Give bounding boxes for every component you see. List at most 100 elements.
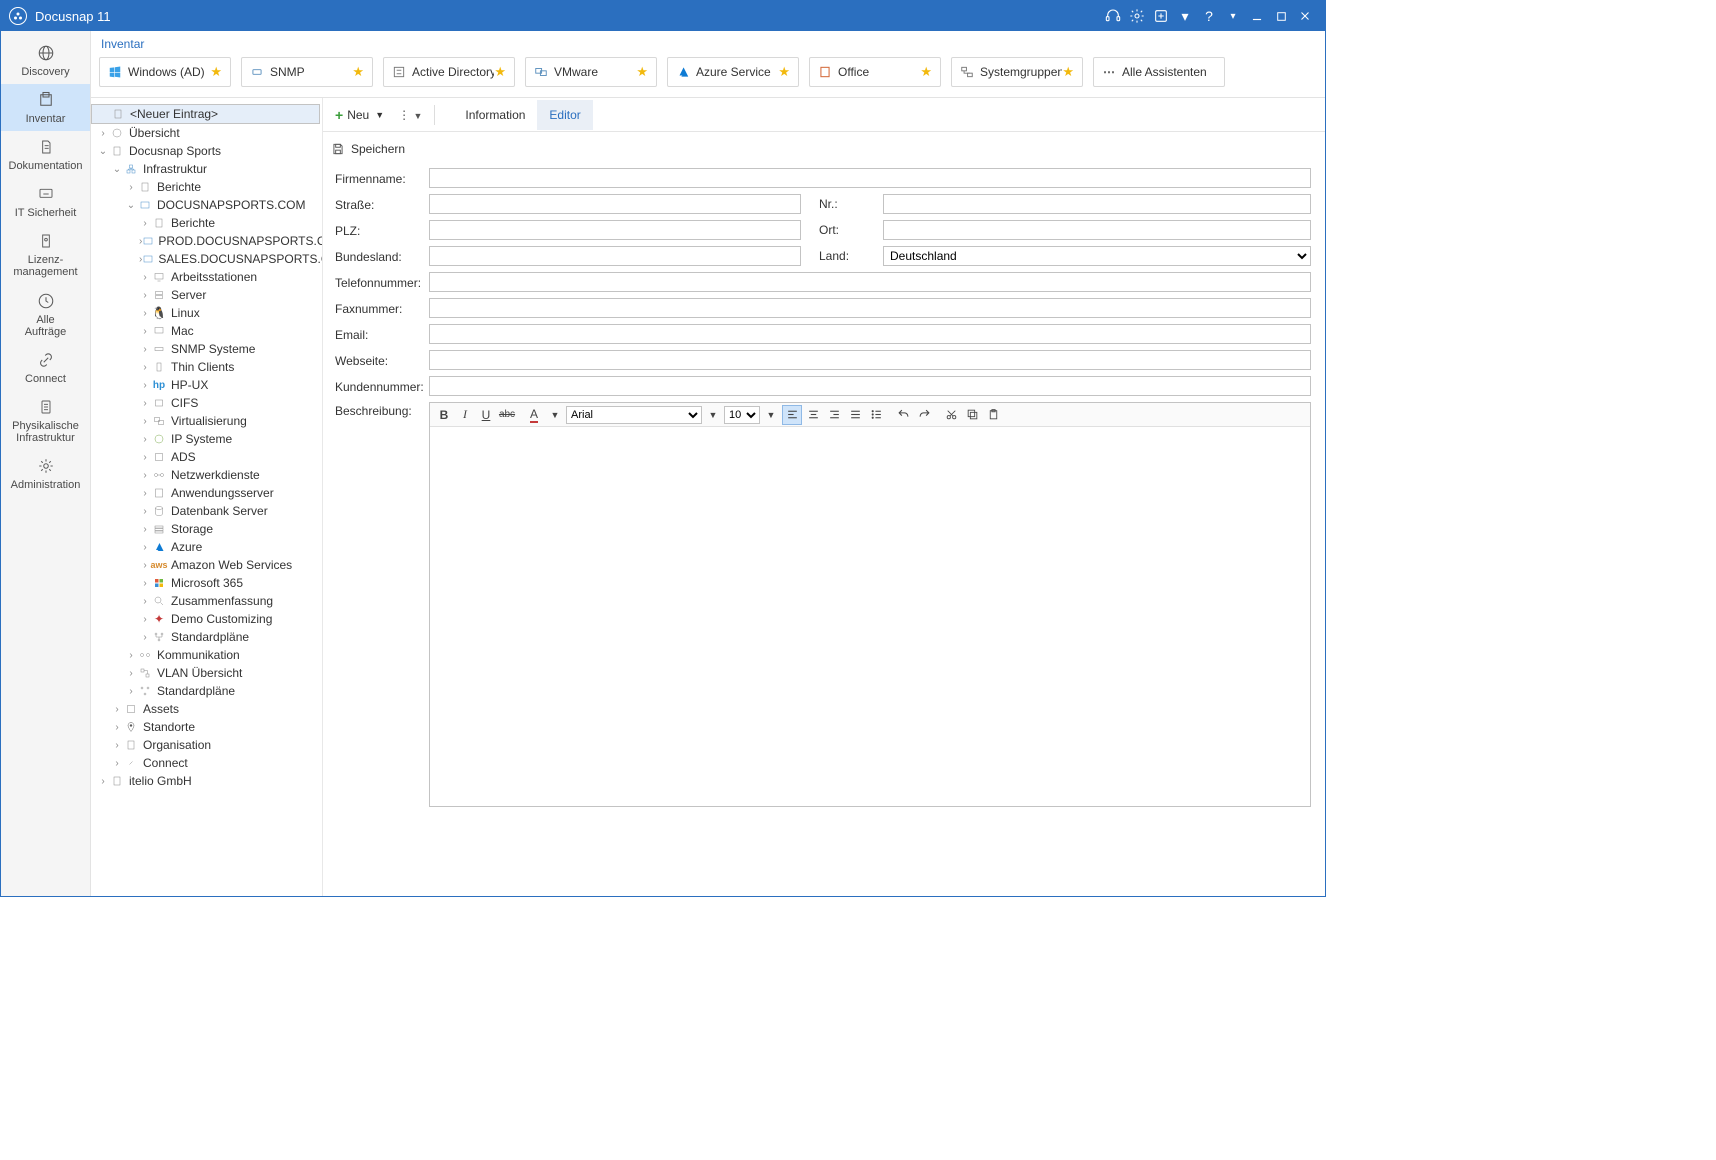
expand-icon[interactable]: ›: [139, 578, 151, 589]
italic-button[interactable]: I: [455, 405, 475, 425]
redo-button[interactable]: [914, 405, 934, 425]
assistant-active-directory[interactable]: Active Directory★: [383, 57, 515, 87]
tab-editor[interactable]: Editor: [537, 100, 592, 130]
undo-button[interactable]: [893, 405, 913, 425]
tree-item[interactable]: ›Netzwerkdienste: [91, 466, 320, 484]
tree-item[interactable]: ›Mac: [91, 322, 320, 340]
maximize-button[interactable]: [1269, 4, 1293, 28]
tree-item[interactable]: ›itelio GmbH: [91, 772, 320, 790]
tree-item[interactable]: ›Anwendungsserver: [91, 484, 320, 502]
tree-item[interactable]: ›Assets: [91, 700, 320, 718]
font-select[interactable]: Arial: [566, 406, 702, 424]
input-nr[interactable]: [883, 194, 1311, 214]
font-dropdown[interactable]: ▼: [703, 405, 723, 425]
expand-icon[interactable]: ›: [139, 380, 151, 391]
nav-physikalische[interactable]: Physikalische Infrastruktur: [1, 391, 90, 450]
expand-icon[interactable]: ›: [139, 290, 151, 301]
nav-lizenz[interactable]: Lizenz- management: [1, 225, 90, 284]
nav-it-sicherheit[interactable]: IT Sicherheit: [1, 178, 90, 225]
minimize-button[interactable]: [1245, 4, 1269, 28]
align-right-button[interactable]: [824, 405, 844, 425]
input-telefon[interactable]: [429, 272, 1311, 292]
expand-icon[interactable]: ›: [125, 182, 137, 193]
copy-button[interactable]: [962, 405, 982, 425]
tree-item[interactable]: ›hpHP-UX: [91, 376, 320, 394]
align-justify-button[interactable]: [845, 405, 865, 425]
expand-icon[interactable]: ›: [125, 650, 137, 661]
assistant-snmp[interactable]: SNMP★: [241, 57, 373, 87]
input-ort[interactable]: [883, 220, 1311, 240]
tree-item[interactable]: ›SALES.DOCUSNAPSPORTS.COM: [91, 250, 320, 268]
expand-icon[interactable]: ›: [139, 452, 151, 463]
strikethrough-button[interactable]: abc: [497, 405, 517, 425]
tree-item[interactable]: ›✦Demo Customizing: [91, 610, 320, 628]
tree-item[interactable]: ⌄Docusnap Sports: [91, 142, 320, 160]
tree-item[interactable]: ›Standardpläne: [91, 682, 320, 700]
assistant-windows-ad[interactable]: Windows (AD)★: [99, 57, 231, 87]
tree-item[interactable]: ›Virtualisierung: [91, 412, 320, 430]
tree-item[interactable]: ›PROD.DOCUSNAPSPORTS.COM: [91, 232, 320, 250]
expand-icon[interactable]: ›: [139, 542, 151, 553]
new-button[interactable]: +Neu▼: [329, 103, 390, 127]
tree-item[interactable]: ›Berichte: [91, 178, 320, 196]
expand-icon[interactable]: ›: [125, 686, 137, 697]
tree-item[interactable]: ›CIFS: [91, 394, 320, 412]
assistant-azure[interactable]: Azure Service★: [667, 57, 799, 87]
expand-icon[interactable]: ›: [139, 272, 151, 283]
expand-icon[interactable]: ›: [139, 596, 151, 607]
tree-item[interactable]: ⌄Infrastruktur: [91, 160, 320, 178]
expand-icon[interactable]: ›: [139, 434, 151, 445]
nav-discovery[interactable]: Discovery: [1, 37, 90, 84]
select-land[interactable]: Deutschland: [883, 246, 1311, 266]
input-email[interactable]: [429, 324, 1311, 344]
tree-item[interactable]: ›Thin Clients: [91, 358, 320, 376]
tree-item[interactable]: ›Storage: [91, 520, 320, 538]
font-color-dropdown[interactable]: ▼: [545, 405, 565, 425]
expand-icon[interactable]: ›: [139, 398, 151, 409]
help-icon[interactable]: ?: [1197, 4, 1221, 28]
expand-icon[interactable]: ›: [111, 722, 123, 733]
expand-icon[interactable]: ›: [97, 776, 109, 787]
close-button[interactable]: [1293, 4, 1317, 28]
bold-button[interactable]: B: [434, 405, 454, 425]
dropdown-icon[interactable]: ▾: [1173, 4, 1197, 28]
tree-item[interactable]: ›SNMP Systeme: [91, 340, 320, 358]
tree-item[interactable]: ›awsAmazon Web Services: [91, 556, 320, 574]
expand-icon[interactable]: ›: [111, 758, 123, 769]
save-button[interactable]: Speichern: [323, 132, 1325, 164]
tree-item[interactable]: ›Kommunikation: [91, 646, 320, 664]
tree-item[interactable]: ›🐧Linux: [91, 304, 320, 322]
tree-item[interactable]: ›Microsoft 365: [91, 574, 320, 592]
tree-item[interactable]: ⌄DOCUSNAPSPORTS.COM: [91, 196, 320, 214]
input-strasse[interactable]: [429, 194, 801, 214]
assistant-systemgruppen[interactable]: Systemgruppen★: [951, 57, 1083, 87]
expand-icon[interactable]: ›: [139, 308, 151, 319]
align-center-button[interactable]: [803, 405, 823, 425]
tree-item[interactable]: ›Azure: [91, 538, 320, 556]
headset-icon[interactable]: [1101, 4, 1125, 28]
collapse-icon[interactable]: ⌄: [125, 200, 137, 211]
nav-connect[interactable]: Connect: [1, 344, 90, 391]
tree-item[interactable]: ›Datenbank Server: [91, 502, 320, 520]
tree-item[interactable]: ›Übersicht: [91, 124, 320, 142]
expand-icon[interactable]: ›: [139, 614, 151, 625]
input-fax[interactable]: [429, 298, 1311, 318]
expand-icon[interactable]: ›: [139, 488, 151, 499]
gear-icon[interactable]: [1125, 4, 1149, 28]
breadcrumb[interactable]: Inventar: [91, 31, 1325, 53]
collapse-icon[interactable]: ⌄: [97, 146, 109, 157]
expand-icon[interactable]: ›: [139, 218, 151, 229]
tree-item[interactable]: ›IP Systeme: [91, 430, 320, 448]
nav-auftraege[interactable]: Alle Aufträge: [1, 285, 90, 344]
expand-icon[interactable]: ›: [139, 470, 151, 481]
tree-item[interactable]: ›Connect: [91, 754, 320, 772]
expand-icon[interactable]: ›: [111, 740, 123, 751]
paste-button[interactable]: [983, 405, 1003, 425]
collapse-icon[interactable]: ⌄: [111, 164, 123, 175]
input-bundesland[interactable]: [429, 246, 801, 266]
tree-item[interactable]: ›Standorte: [91, 718, 320, 736]
expand-icon[interactable]: ›: [97, 128, 109, 139]
input-firmenname[interactable]: [429, 168, 1311, 188]
underline-button[interactable]: U: [476, 405, 496, 425]
assistant-office[interactable]: Office★: [809, 57, 941, 87]
